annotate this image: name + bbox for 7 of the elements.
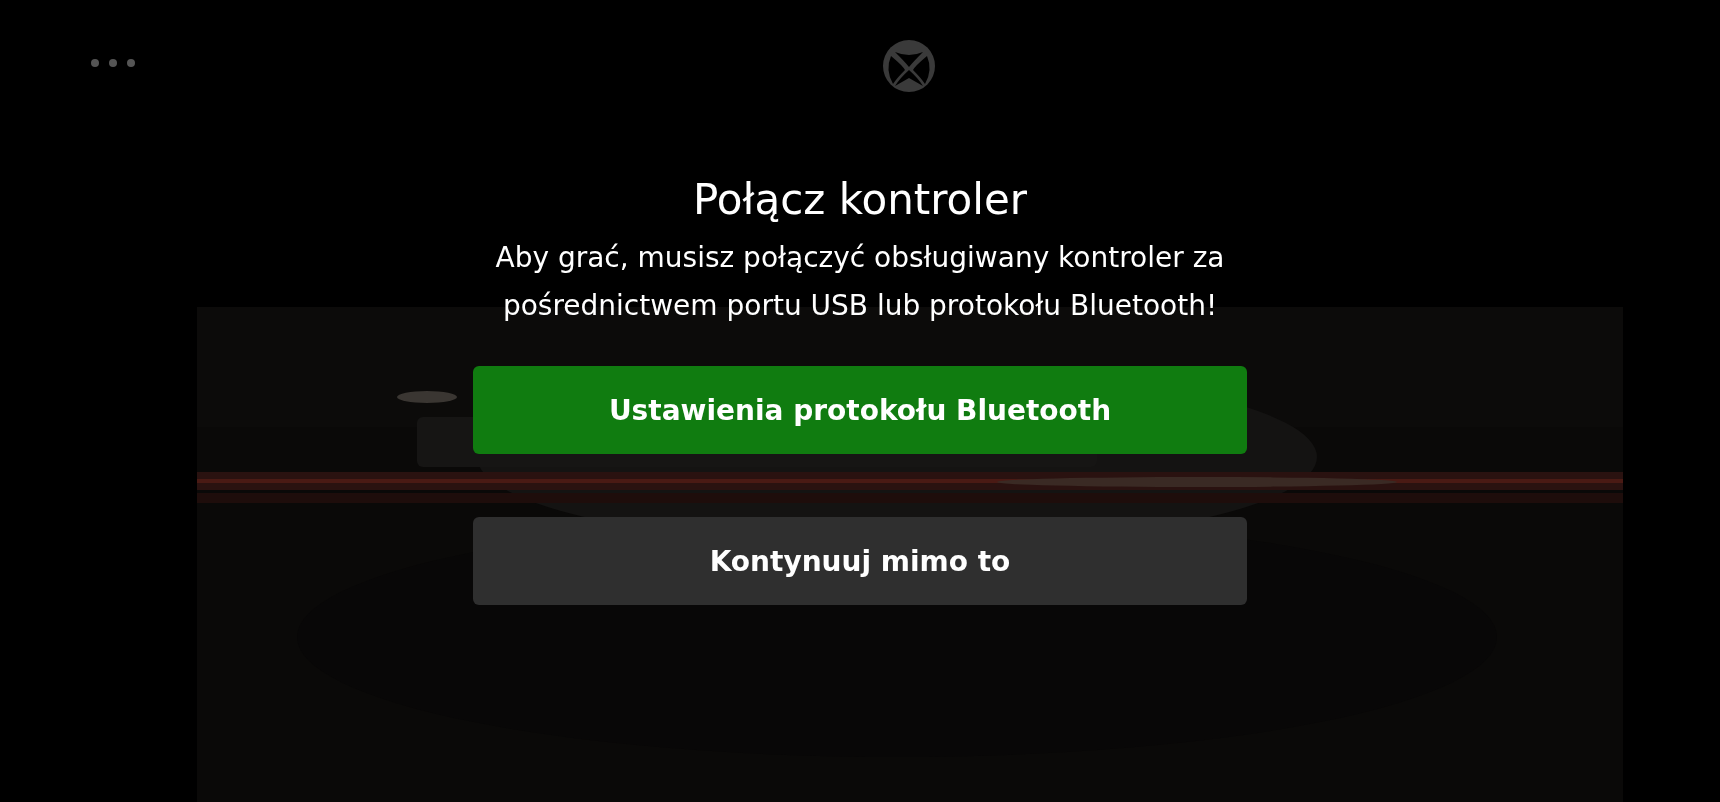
more-button[interactable]: [88, 56, 138, 70]
more-icon: [90, 58, 136, 68]
continue-button[interactable]: Kontynuuj mimo to: [473, 517, 1247, 605]
logo-icon: [883, 40, 935, 92]
bluetooth-settings-button[interactable]: Ustawienia protokołu Bluetooth: [473, 366, 1247, 454]
dialog-title: Połącz kontroler: [692, 174, 1028, 226]
dialog-message: Aby grać, musisz połączyć obsługiwany kontroler za pośrednictwem portu USB lub protokołu Bluetooth!: [494, 240, 1226, 324]
